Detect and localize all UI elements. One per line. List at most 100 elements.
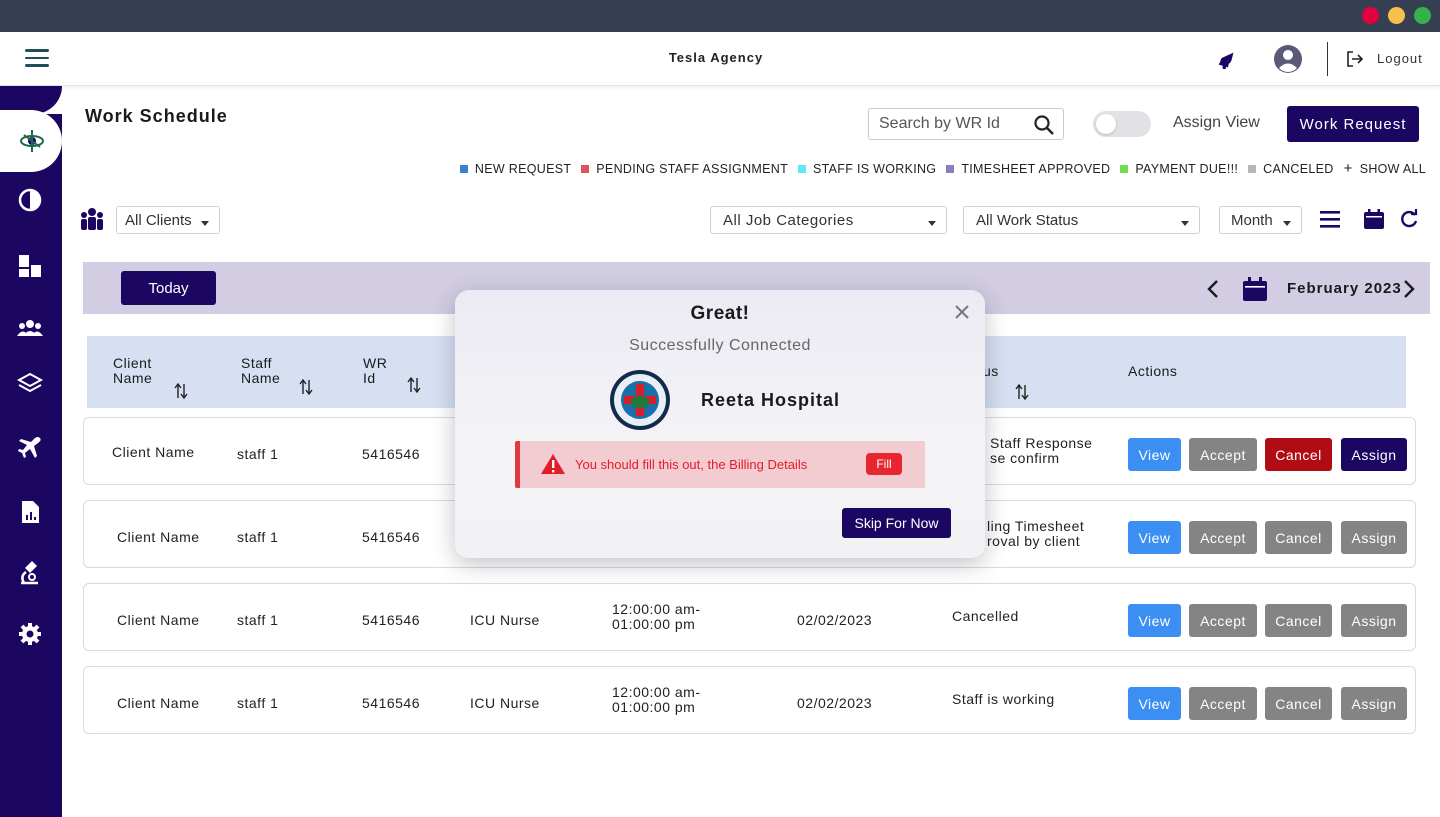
sidebar-item-schedule[interactable]: [0, 110, 62, 172]
close-icon[interactable]: [953, 303, 971, 321]
work-status-select-value: All Work Status: [976, 212, 1079, 229]
time-line: 01:00:00 pm: [612, 699, 696, 715]
user-avatar-icon[interactable]: [1273, 44, 1303, 74]
hospital-name: Reeta Hospital: [701, 390, 841, 410]
window-maximize-dot[interactable]: [1414, 7, 1431, 24]
column-header-wr-id[interactable]: WR Id: [363, 356, 387, 386]
window-minimize-dot[interactable]: [1388, 7, 1405, 24]
shift-time-cell: 12:00:00 am- 01:00:00 pm: [612, 602, 701, 632]
accept-button[interactable]: Accept: [1189, 604, 1257, 637]
logout-icon[interactable]: [1346, 50, 1364, 68]
sort-icon[interactable]: [1015, 384, 1029, 400]
chevron-down-icon: [1181, 221, 1189, 226]
view-button[interactable]: View: [1128, 521, 1181, 554]
alert-message: You should fill this out, the Billing De…: [575, 457, 808, 472]
column-header-status[interactable]: us: [983, 364, 999, 379]
skip-for-now-button[interactable]: Skip For Now: [842, 508, 951, 538]
legend-show-all[interactable]: + SHOW ALL: [1344, 161, 1426, 176]
logout-link[interactable]: Logout: [1377, 51, 1423, 66]
cancel-button[interactable]: Cancel: [1265, 604, 1332, 637]
airplane-icon[interactable]: [16, 434, 44, 462]
status-legend: NEW REQUEST PENDING STAFF ASSIGNMENT STA…: [459, 161, 1426, 176]
agency-logo-icon: [20, 130, 44, 152]
accept-button[interactable]: Accept: [1189, 687, 1257, 720]
window-close-dot[interactable]: [1362, 7, 1379, 24]
chevron-right-icon[interactable]: [1400, 278, 1418, 300]
column-header-client-name[interactable]: Client Name: [113, 356, 152, 386]
list-view-icon[interactable]: [1319, 209, 1341, 229]
legend-label: STAFF IS WORKING: [813, 162, 937, 176]
calendar-icon[interactable]: [1242, 276, 1268, 302]
settings-gear-icon[interactable]: [16, 620, 44, 648]
time-line: 12:00:00 am-: [612, 601, 701, 617]
table-row: Client Name staff 1 5416546 ICU Nurse 12…: [83, 583, 1416, 651]
assign-button[interactable]: Assign: [1341, 687, 1407, 720]
assign-button[interactable]: Assign: [1341, 604, 1407, 637]
today-button[interactable]: Today: [121, 271, 216, 305]
view-button[interactable]: View: [1128, 604, 1181, 637]
chevron-left-icon[interactable]: [1204, 278, 1222, 300]
legend-item-pending-staff[interactable]: PENDING STAFF ASSIGNMENT: [581, 162, 788, 176]
clients-select[interactable]: All Clients: [116, 206, 220, 234]
report-file-icon[interactable]: [16, 498, 44, 526]
wr-id-cell: 5416546: [362, 695, 421, 711]
sort-icon[interactable]: [174, 383, 188, 399]
clients-select-value: All Clients: [125, 212, 192, 229]
job-categories-select-value: All Job Categories: [723, 212, 854, 229]
cancel-button[interactable]: Cancel: [1265, 438, 1332, 471]
refresh-icon[interactable]: [1399, 209, 1419, 229]
search-input[interactable]: [879, 114, 1024, 134]
legend-item-payment-due[interactable]: PAYMENT DUE!!!: [1120, 162, 1238, 176]
search-icon[interactable]: [1033, 114, 1055, 136]
view-button[interactable]: View: [1128, 687, 1181, 720]
header-label: Name: [241, 370, 281, 386]
legend-item-new-request[interactable]: NEW REQUEST: [459, 162, 571, 176]
sort-icon[interactable]: [407, 377, 421, 393]
legend-item-canceled[interactable]: CANCELED: [1248, 162, 1333, 176]
sort-icon[interactable]: [299, 379, 313, 395]
assign-button[interactable]: Assign: [1341, 438, 1407, 471]
staff-name-cell: staff 1: [237, 529, 279, 545]
view-button[interactable]: View: [1128, 438, 1181, 471]
view-range-select[interactable]: Month: [1219, 206, 1302, 234]
status-line: se confirm: [990, 450, 1060, 466]
bell-icon[interactable]: [1216, 49, 1238, 71]
legend-label: PAYMENT DUE!!!: [1135, 162, 1239, 176]
fill-billing-button[interactable]: Fill: [866, 453, 902, 475]
cancel-button[interactable]: Cancel: [1265, 521, 1332, 554]
legend-swatch: [798, 165, 807, 173]
legend-swatch: [581, 165, 590, 173]
job-categories-select[interactable]: All Job Categories: [710, 206, 947, 234]
work-request-button[interactable]: Work Request: [1287, 106, 1419, 142]
shift-time-cell: 12:00:00 am- 01:00:00 pm: [612, 685, 701, 715]
accept-button[interactable]: Accept: [1189, 521, 1257, 554]
layers-icon[interactable]: [16, 370, 44, 398]
pie-chart-icon[interactable]: [16, 186, 44, 214]
modal-title: Great!: [690, 303, 750, 324]
accept-button[interactable]: Accept: [1189, 438, 1257, 471]
status-cell: Staff Response se confirm: [990, 436, 1092, 466]
dashboard-icon[interactable]: [16, 252, 44, 280]
warning-icon: [541, 454, 565, 474]
assign-button[interactable]: Assign: [1341, 521, 1407, 554]
connection-success-modal: Great! Successfully Connected Reeta Hosp…: [455, 290, 985, 558]
staff-name-cell: staff 1: [237, 612, 279, 628]
header-label: Name: [113, 370, 153, 386]
column-header-staff-name[interactable]: Staff Name: [241, 356, 280, 386]
header-label: Client: [113, 355, 152, 371]
calendar-view-icon[interactable]: [1363, 208, 1385, 230]
modal-subtitle: Successfully Connected: [629, 337, 811, 354]
date-cell: 02/02/2023: [797, 612, 873, 628]
legend-swatch: [946, 165, 955, 173]
job-category-cell: ICU Nurse: [470, 695, 540, 711]
assign-view-toggle[interactable]: [1093, 111, 1151, 137]
legend-item-timesheet-approved[interactable]: TIMESHEET APPROVED: [946, 162, 1110, 176]
client-name-cell: Client Name: [117, 612, 200, 628]
microscope-icon[interactable]: [16, 558, 44, 586]
search-field[interactable]: [868, 108, 1064, 140]
legend-item-staff-working[interactable]: STAFF IS WORKING: [798, 162, 936, 176]
client-name-cell: Client Name: [117, 529, 200, 545]
work-status-select[interactable]: All Work Status: [963, 206, 1200, 234]
users-group-icon[interactable]: [16, 314, 44, 342]
cancel-button[interactable]: Cancel: [1265, 687, 1332, 720]
